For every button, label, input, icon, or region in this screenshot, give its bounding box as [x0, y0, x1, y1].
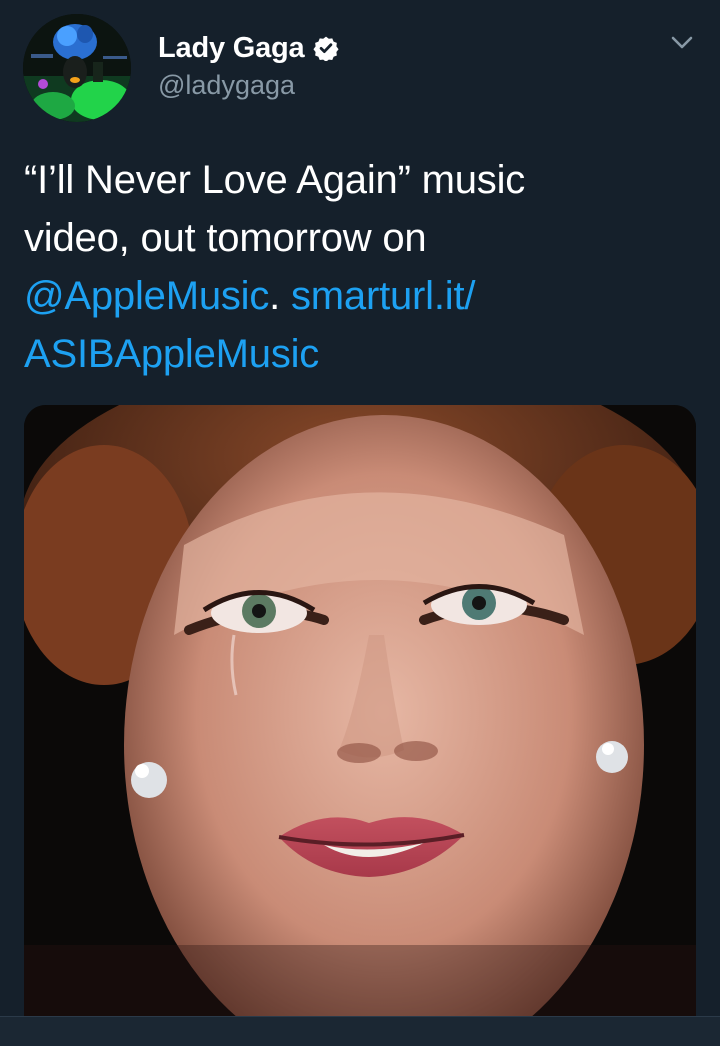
- mention-suffix: .: [269, 274, 291, 318]
- tweet-text-line-1: “I’ll Never Love Again” music: [24, 158, 526, 202]
- bottom-bar: [0, 1016, 720, 1046]
- tweet-text-line-3: @AppleMusic. smarturl.it/: [24, 267, 704, 325]
- chevron-down-icon[interactable]: [670, 33, 694, 53]
- display-name[interactable]: Lady Gaga: [158, 32, 305, 65]
- verified-badge-icon: [313, 36, 340, 61]
- tweet-card: Lady Gaga @ladygaga “I’ll Never Love Aga…: [0, 0, 720, 1046]
- media-image: [24, 405, 696, 1020]
- avatar[interactable]: [23, 14, 131, 122]
- tweet-text: “I’ll Never Love Again” music video, out…: [24, 151, 704, 383]
- tweet-text-line-4: ASIBAppleMusic: [24, 325, 704, 383]
- url-link-part-1[interactable]: smarturl.it/: [291, 274, 475, 318]
- mention-link[interactable]: @AppleMusic: [24, 274, 269, 318]
- user-names: Lady Gaga @ladygaga: [158, 30, 340, 101]
- tweet-media[interactable]: [24, 405, 696, 1020]
- user-handle[interactable]: @ladygaga: [158, 70, 339, 101]
- url-link-part-2[interactable]: ASIBAppleMusic: [24, 332, 319, 376]
- avatar-image: [23, 14, 131, 122]
- tweet-text-line-2: video, out tomorrow on: [24, 216, 427, 260]
